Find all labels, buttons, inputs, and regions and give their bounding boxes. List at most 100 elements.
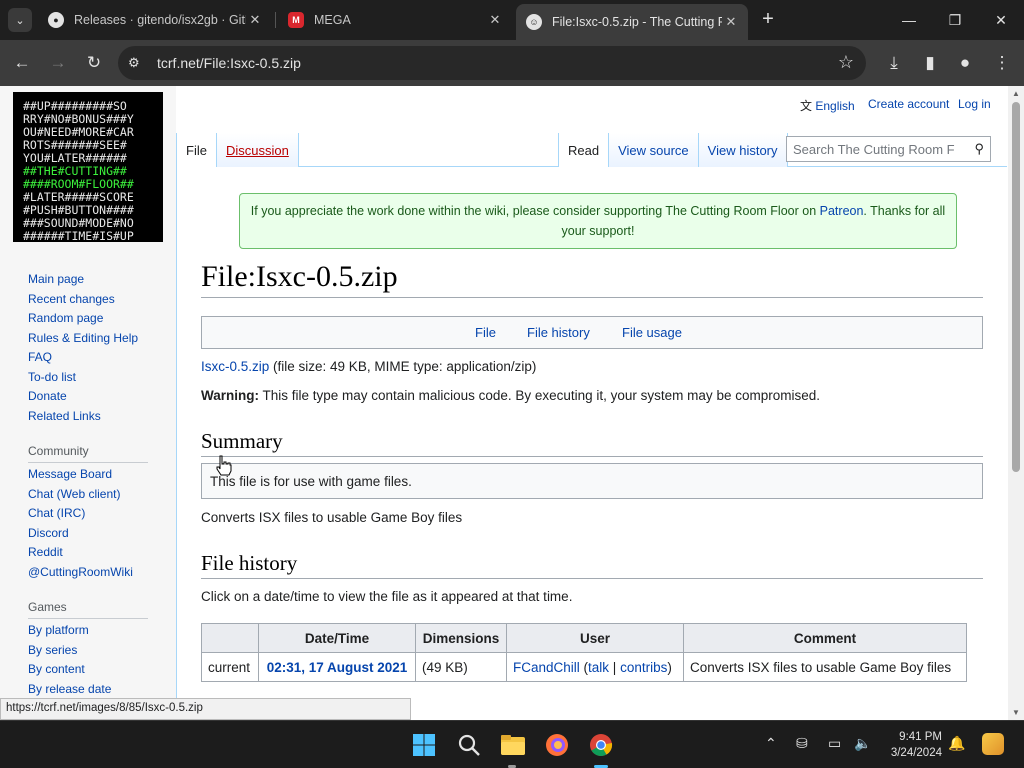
sidebar-item-message-board[interactable]: Message Board — [28, 465, 133, 485]
tab-file[interactable]: File — [176, 133, 217, 167]
sidebar-item-twitter[interactable]: @CuttingRoomWiki — [28, 563, 133, 583]
sidebar-item-random-page[interactable]: Random page — [28, 309, 138, 329]
namespace-tabs: File Discussion — [176, 133, 299, 167]
close-window-button[interactable]: ✕ — [978, 0, 1024, 40]
chrome-icon[interactable] — [587, 731, 615, 759]
sidebar-item-donate[interactable]: Donate — [28, 387, 138, 407]
sidebar-item-recent-changes[interactable]: Recent changes — [28, 290, 138, 310]
close-icon[interactable]: ✕ — [246, 12, 264, 28]
sidebar-item-faq[interactable]: FAQ — [28, 348, 138, 368]
url-text[interactable]: tcrf.net/File:Isxc-0.5.zip — [157, 55, 301, 71]
network-icon[interactable]: ⛁ — [796, 735, 808, 752]
file-explorer-icon[interactable] — [499, 731, 527, 759]
user-talk-link[interactable]: talk — [588, 660, 609, 675]
page-viewport: ##UP#########SO RRY#NO#BONUS###Y OU#NEED… — [0, 86, 1024, 720]
close-icon[interactable]: ✕ — [722, 14, 740, 30]
sidebar-item-reddit[interactable]: Reddit — [28, 543, 133, 563]
history-datetime-link[interactable]: 02:31, 17 August 2021 — [267, 660, 408, 675]
tab-tcrf[interactable]: ☺ File:Isxc-0.5.zip - The Cutting R ✕ — [516, 4, 748, 40]
sidebar-item-by-content[interactable]: By content — [28, 660, 111, 680]
system-clock[interactable]: 9:41 PM 3/24/2024 — [880, 729, 942, 761]
sidebar-item-by-series[interactable]: By series — [28, 641, 111, 661]
scroll-up-icon[interactable]: ▲ — [1011, 89, 1021, 98]
tab-read[interactable]: Read — [558, 133, 610, 167]
wiki-search-input[interactable]: Search The Cutting Room F ⚲ — [786, 136, 991, 162]
tab-title: MEGA — [314, 13, 351, 27]
sidebar-item-rules[interactable]: Rules & Editing Help — [28, 329, 138, 349]
link-status-bar: https://tcrf.net/images/8/85/Isxc-0.5.zi… — [0, 698, 411, 720]
language-link[interactable]: 文 English — [800, 97, 855, 114]
sidebar-item-chat-irc[interactable]: Chat (IRC) — [28, 504, 133, 524]
sidebar-item-by-platform[interactable]: By platform — [28, 621, 111, 641]
scrollbar-thumb[interactable] — [1012, 102, 1020, 472]
minimize-button[interactable]: — — [886, 0, 932, 40]
file-download-link[interactable]: Isxc-0.5.zip — [201, 359, 269, 374]
tab-view-history[interactable]: View history — [698, 133, 788, 167]
tab-discussion[interactable]: Discussion — [216, 133, 299, 167]
chevron-down-icon: ⌄ — [15, 14, 25, 27]
site-logo[interactable]: ##UP#########SO RRY#NO#BONUS###Y OU#NEED… — [13, 92, 163, 243]
address-bar[interactable]: ⚙ tcrf.net/File:Isxc-0.5.zip ☆ — [118, 46, 866, 80]
volume-icon[interactable]: 🔈 — [854, 735, 871, 752]
copilot-icon[interactable] — [982, 733, 1004, 755]
login-link[interactable]: Log in — [958, 97, 991, 111]
file-toc: File File history File usage — [201, 316, 983, 349]
summary-divider — [201, 456, 983, 457]
bookmark-star-icon[interactable]: ☆ — [838, 52, 854, 73]
tab-mega[interactable]: M MEGA ✕ — [278, 4, 512, 36]
tab-view-source[interactable]: View source — [609, 133, 699, 167]
profile-icon[interactable]: ● — [953, 51, 977, 75]
site-info-icon[interactable]: ⚙ — [128, 55, 140, 71]
file-history-table: Date/Time Dimensions User Comment curren… — [201, 623, 967, 682]
notification-bell-icon[interactable]: 🔔 — [948, 735, 965, 752]
sidebar-heading-games: Games — [28, 600, 148, 619]
tab-search-button[interactable]: ⌄ — [8, 8, 32, 32]
summary-heading: Summary — [201, 429, 283, 453]
menu-icon[interactable]: ⋮ — [990, 51, 1014, 75]
sidebar-heading-community: Community — [28, 444, 148, 463]
summary-box: This file is for use with game files. — [201, 463, 983, 499]
user-contribs-link[interactable]: contribs — [620, 660, 667, 675]
side-panel-icon[interactable]: ▮ — [918, 51, 942, 75]
tab-title: Releases · gitendo/isx2gb · GitH — [74, 13, 246, 27]
download-icon[interactable]: ⤓ — [882, 51, 906, 75]
search-icon[interactable] — [455, 731, 483, 759]
sidebar-navigation: Main page Recent changes Random page Rul… — [28, 270, 138, 426]
display-icon[interactable]: ▭ — [828, 735, 841, 752]
scroll-down-icon[interactable]: ▼ — [1011, 708, 1021, 717]
user-link[interactable]: FCandChill — [513, 660, 580, 675]
sidebar-item-discord[interactable]: Discord — [28, 524, 133, 544]
page-title: File:Isxc-0.5.zip — [201, 260, 398, 293]
toc-file-usage-link[interactable]: File usage — [622, 325, 682, 340]
windows-start-icon[interactable] — [410, 731, 438, 759]
windows-taskbar: ⌃ ⛁ ▭ 🔈 9:41 PM 3/24/2024 🔔 — [0, 720, 1024, 768]
browser-toolbar: ← → ↻ ⚙ tcrf.net/File:Isxc-0.5.zip ☆ ⤓ ▮… — [0, 40, 1024, 86]
tab-github[interactable]: ● Releases · gitendo/isx2gb · GitH ✕ — [38, 4, 272, 36]
file-history-intro: Click on a date/time to view the file as… — [201, 589, 573, 604]
sidebar-item-by-release-date[interactable]: By release date — [28, 680, 111, 700]
history-divider — [201, 578, 983, 579]
tab-title: File:Isxc-0.5.zip - The Cutting R — [552, 15, 722, 29]
forward-button[interactable]: → — [46, 51, 70, 75]
back-button[interactable]: ← — [10, 51, 34, 75]
patreon-link[interactable]: Patreon — [820, 204, 864, 218]
show-hidden-icons-icon[interactable]: ⌃ — [765, 735, 777, 752]
title-divider — [201, 297, 983, 298]
hand-cursor-icon — [215, 455, 233, 480]
search-icon[interactable]: ⚲ — [974, 141, 984, 157]
toc-file-history-link[interactable]: File history — [527, 325, 590, 340]
close-icon[interactable]: ✕ — [486, 12, 504, 28]
file-info: Isxc-0.5.zip (file size: 49 KB, MIME typ… — [201, 359, 537, 374]
restore-button[interactable]: ❐ — [932, 0, 978, 40]
sidebar-item-main-page[interactable]: Main page — [28, 270, 138, 290]
firefox-icon[interactable] — [543, 731, 571, 759]
sidebar-community: Message Board Chat (Web client) Chat (IR… — [28, 465, 133, 582]
sidebar-item-chat-web[interactable]: Chat (Web client) — [28, 485, 133, 505]
create-account-link[interactable]: Create account — [868, 97, 949, 111]
toc-file-link[interactable]: File — [475, 325, 496, 340]
sidebar-item-related-links[interactable]: Related Links — [28, 407, 138, 427]
page-scrollbar[interactable]: ▲ ▼ — [1008, 86, 1024, 720]
sidebar-item-todo[interactable]: To-do list — [28, 368, 138, 388]
new-tab-button[interactable]: + — [758, 8, 778, 32]
reload-button[interactable]: ↻ — [82, 51, 106, 75]
